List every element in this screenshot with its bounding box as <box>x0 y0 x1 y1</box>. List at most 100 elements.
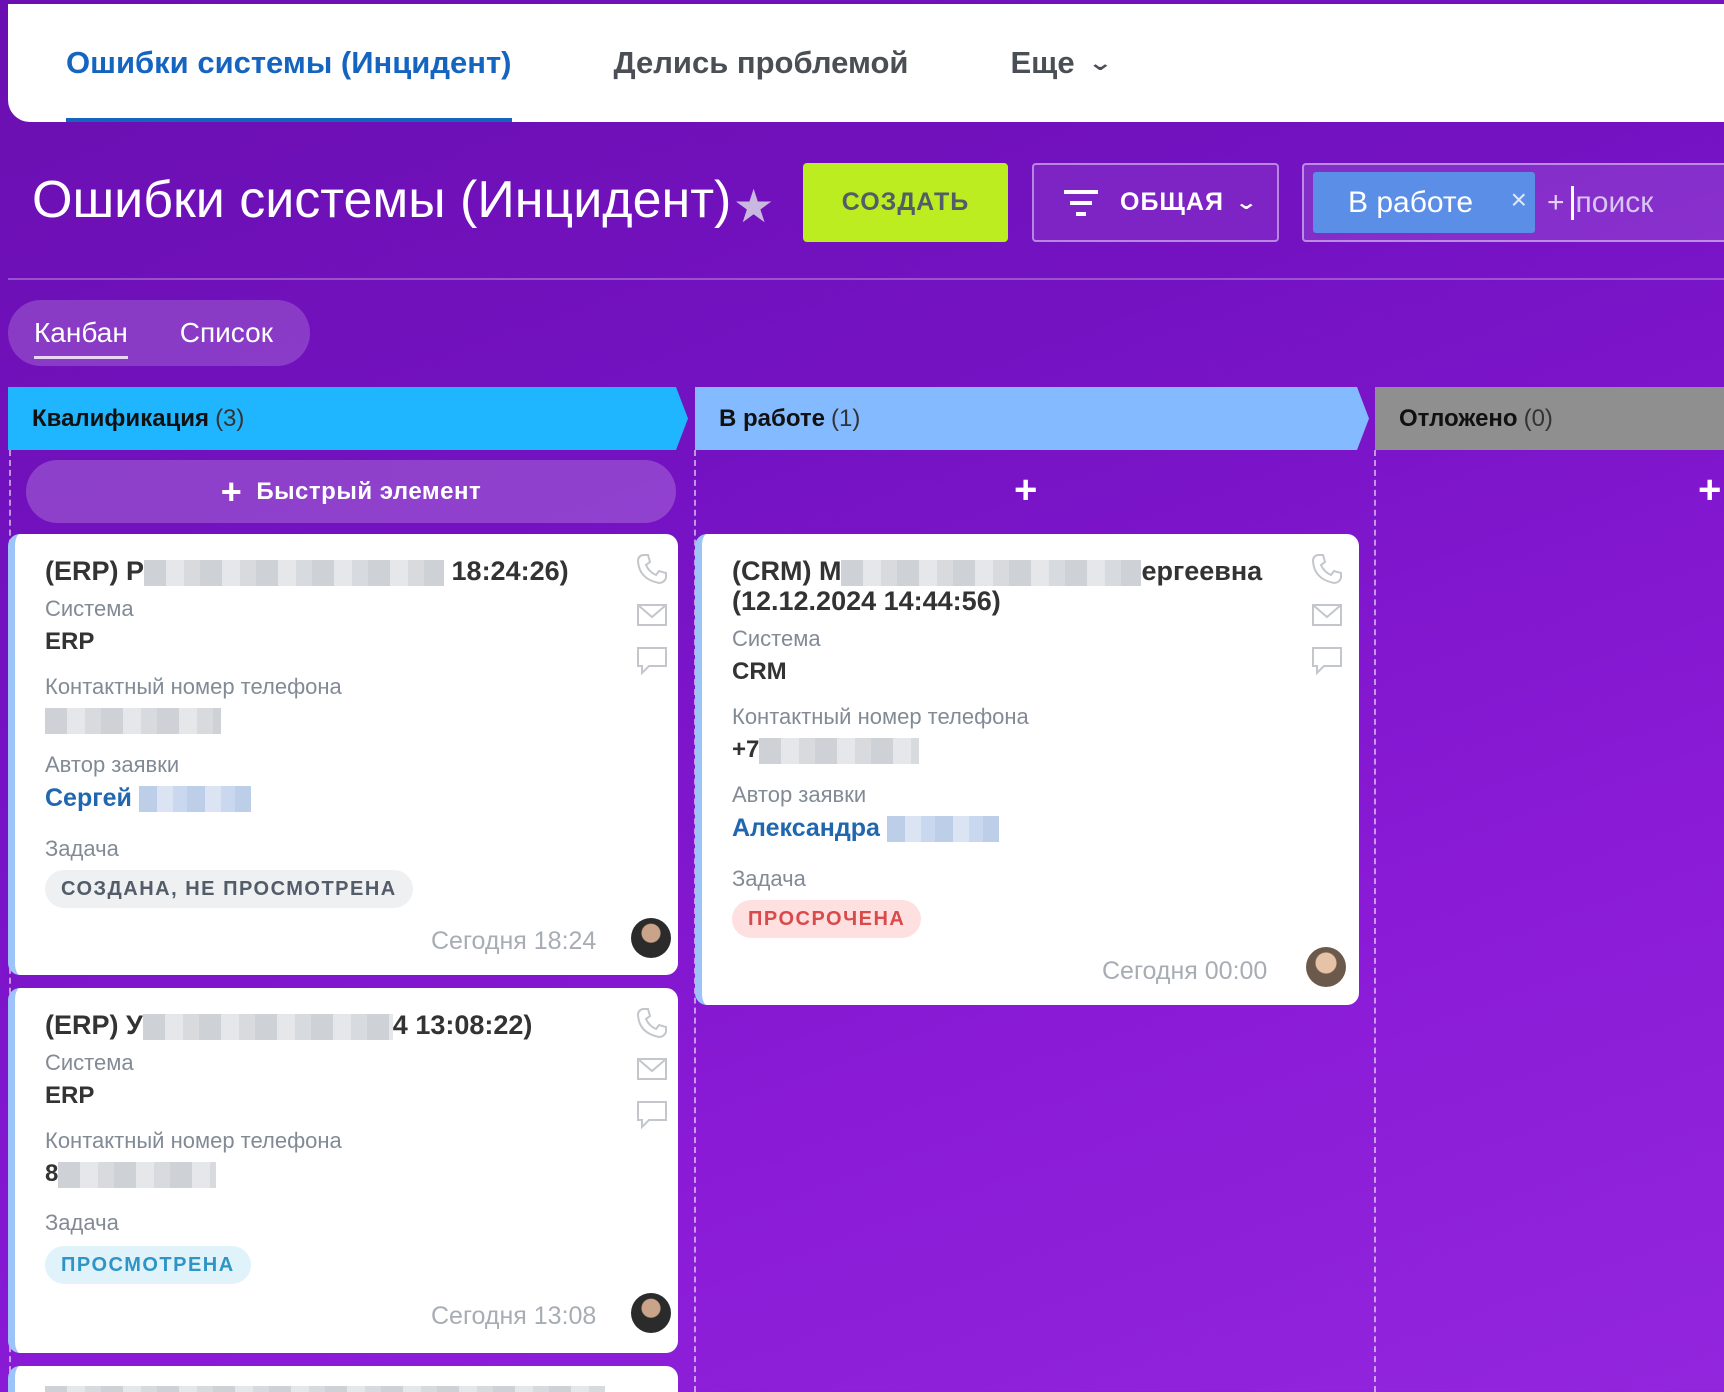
mail-icon[interactable] <box>635 1052 669 1086</box>
tab-label: Еще <box>1010 45 1075 80</box>
author-link[interactable]: Александра <box>732 814 999 843</box>
field-value: ERP <box>45 1082 95 1109</box>
field-label: Автор заявки <box>732 782 867 807</box>
redacted-text <box>142 1013 393 1040</box>
mail-icon[interactable] <box>635 598 669 632</box>
field-label: Задача <box>732 866 806 891</box>
task-status-badge: ПРОСРОЧЕНА <box>732 900 922 938</box>
view-switch: Канбан Список <box>8 300 310 366</box>
column-header-in-progress[interactable]: В работе (1) <box>695 387 1369 450</box>
redacted-text <box>58 1161 217 1188</box>
filter-icon <box>1064 189 1098 216</box>
kanban-card[interactable]: (ERP) У 4 13:08:22) Система ERP Контактны… <box>8 988 678 1353</box>
card-title[interactable]: (ERP) У 4 13:08:22) <box>45 1010 532 1040</box>
field-label: Автор заявки <box>45 752 180 777</box>
page-title: Ошибки системы (Инцидент) <box>32 171 732 229</box>
quick-item-button[interactable]: + Быстрый элемент <box>26 460 676 523</box>
kanban-card[interactable]: (CRM) М ергеевна (12.12.2024 14:44:56) Си… <box>695 534 1359 1005</box>
search-input[interactable] <box>1570 185 1711 220</box>
column-header-qualification[interactable]: Квалификация (3) <box>8 387 688 450</box>
phone-icon[interactable] <box>635 552 669 586</box>
column-count: (1) <box>831 404 861 432</box>
plus-icon[interactable]: + <box>1547 186 1565 220</box>
card-title[interactable] <box>45 1382 605 1392</box>
filter-tag-label: В работе <box>1348 185 1474 219</box>
chat-icon[interactable] <box>1310 644 1344 678</box>
star-icon[interactable]: ★ <box>733 179 774 233</box>
mail-icon[interactable] <box>1310 598 1344 632</box>
field-label: Задача <box>45 836 119 861</box>
plus-icon[interactable]: + <box>1014 470 1037 510</box>
card-date: Сегодня 00:00 <box>1102 957 1268 985</box>
filter-preset-button[interactable]: ОБЩАЯ ⌄ <box>1032 163 1279 242</box>
field-label: Задача <box>45 1210 119 1235</box>
field-value: CRM <box>732 658 787 685</box>
redacted-text <box>886 816 999 843</box>
field-label: Контактный номер телефона <box>45 1128 342 1153</box>
phone-icon[interactable] <box>635 1006 669 1040</box>
field-label: Система <box>45 1050 134 1075</box>
phone-icon[interactable] <box>1310 552 1344 586</box>
redacted-text <box>45 1385 605 1392</box>
avatar[interactable] <box>1306 947 1346 987</box>
plus-icon: + <box>220 470 243 512</box>
avatar[interactable] <box>631 918 671 958</box>
field-label: Система <box>732 626 821 651</box>
kanban-card[interactable] <box>8 1366 678 1392</box>
close-icon[interactable]: × <box>1511 184 1527 216</box>
tab-label: Ошибки системы (Инцидент) <box>66 45 512 80</box>
tab-share-problem[interactable]: Делись проблемой <box>614 4 909 122</box>
column-divider <box>1374 450 1376 1392</box>
redacted-text <box>144 559 445 586</box>
column-name: В работе <box>719 404 825 432</box>
field-label: Система <box>45 596 134 621</box>
divider <box>8 278 1724 280</box>
card-title[interactable]: (CRM) М ергеевна (12.12.2024 14:44:56) <box>732 556 1262 616</box>
filter-label: ОБЩАЯ <box>1120 188 1224 216</box>
column-name: Отложено <box>1399 404 1518 432</box>
filter-tag: В работе × <box>1313 172 1535 233</box>
tab-more[interactable]: Еще ⌄ <box>1010 4 1113 122</box>
field-value: ERP <box>45 628 95 655</box>
card-title-start: (CRM) М <box>732 556 842 586</box>
task-status-badge: ПРОСМОТРЕНА <box>45 1246 251 1284</box>
card-title-end: 4 13:08:22) <box>392 1010 533 1040</box>
view-kanban[interactable]: Канбан <box>34 317 128 359</box>
field-label: Контактный номер телефона <box>732 704 1029 729</box>
column-name: Квалификация <box>32 404 210 432</box>
view-list[interactable]: Список <box>180 317 273 349</box>
plus-icon[interactable]: + <box>1698 470 1721 510</box>
redacted-text <box>138 786 251 813</box>
card-title[interactable]: (ERP) Р 18:24:26) <box>45 556 569 586</box>
card-date: Сегодня 18:24 <box>431 927 597 955</box>
task-status-badge: СОЗДАНА, НЕ ПРОСМОТРЕНА <box>45 870 413 908</box>
author-name: Сергей <box>45 784 132 812</box>
phone-value[interactable]: +7 <box>732 736 920 764</box>
chat-icon[interactable] <box>635 644 669 678</box>
column-count: (0) <box>1523 404 1553 432</box>
field-label: Контактный номер телефона <box>45 674 342 699</box>
column-header-postponed[interactable]: Отложено (0) <box>1375 387 1724 450</box>
chat-icon[interactable] <box>635 1098 669 1132</box>
redacted-text <box>45 707 221 734</box>
tab-label: Делись проблемой <box>613 45 909 80</box>
card-title-end: 18:24:26) <box>451 556 569 586</box>
tab-incidents[interactable]: Ошибки системы (Инцидент) <box>66 4 512 122</box>
card-title-line2: (12.12.2024 14:44:56) <box>732 586 1001 616</box>
card-title-start: (ERP) У <box>45 1010 143 1040</box>
chevron-down-icon: ⌄ <box>1086 50 1113 75</box>
quick-item-label: Быстрый элемент <box>256 477 482 505</box>
phone-value[interactable] <box>45 706 221 734</box>
search-box[interactable]: В работе × + <box>1302 163 1724 242</box>
kanban-card[interactable]: (ERP) Р 18:24:26) Система ERP Контактный… <box>8 534 678 975</box>
create-button[interactable]: СОЗДАТЬ <box>803 163 1008 242</box>
avatar[interactable] <box>631 1293 671 1333</box>
author-link[interactable]: Сергей <box>45 784 251 813</box>
phone-prefix: +7 <box>732 736 760 763</box>
card-date: Сегодня 13:08 <box>431 1302 597 1330</box>
card-title-start: (ERP) Р <box>45 556 145 586</box>
card-title-end: ергеевна <box>1141 556 1263 586</box>
phone-value[interactable]: 8 <box>45 1160 217 1188</box>
chevron-down-icon: ⌄ <box>1234 192 1260 214</box>
top-tabs: Ошибки системы (Инцидент) Делись проблем… <box>8 4 1724 122</box>
